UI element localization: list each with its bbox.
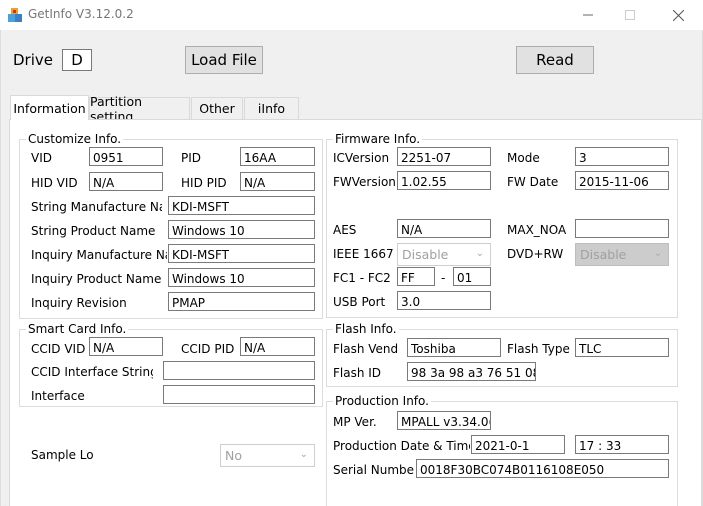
flash-type-field[interactable]: TLC bbox=[575, 338, 669, 357]
aes-label: AES bbox=[333, 223, 357, 237]
fc1-fc2-label: FC1 - FC2 bbox=[333, 271, 391, 285]
dvd-rw-value: Disable bbox=[580, 247, 627, 262]
pid-field[interactable]: 16AA bbox=[240, 147, 315, 166]
inquiry-revision-label: Inquiry Revision bbox=[31, 296, 127, 310]
window-title: GetInfo V3.12.0.2 bbox=[28, 7, 134, 21]
mode-field[interactable]: 3 bbox=[575, 147, 669, 166]
fc1-field[interactable]: FF bbox=[397, 267, 435, 286]
fw-date-field[interactable]: 2015-11-06 bbox=[575, 171, 669, 190]
chevron-down-icon: ⌄ bbox=[299, 449, 308, 460]
mode-label: Mode bbox=[507, 151, 540, 165]
inquiry-product-field[interactable]: Windows 10 bbox=[168, 268, 315, 287]
title-bar: GetInfo V3.12.0.2 bbox=[0, 0, 703, 30]
mp-version-label: MP Ver. bbox=[333, 415, 377, 429]
ieee-1667-label: IEEE 1667 bbox=[333, 247, 394, 261]
string-product-label: String Product Name bbox=[31, 224, 156, 238]
smart-card-info-title: Smart Card Info. bbox=[26, 322, 129, 336]
dvd-rw-label: DVD+RW bbox=[507, 247, 564, 261]
ccid-pid-field[interactable]: N/A bbox=[240, 337, 315, 356]
max-noa-field[interactable] bbox=[575, 219, 669, 238]
tab-iinfo[interactable]: iInfo bbox=[244, 97, 299, 119]
ccid-pid-label: CCID PID bbox=[181, 342, 235, 356]
interface-field[interactable] bbox=[163, 385, 315, 404]
string-product-field[interactable]: Windows 10 bbox=[168, 220, 315, 239]
usb-port-field[interactable]: 3.0 bbox=[397, 291, 491, 310]
tab-partition-setting[interactable]: Partition setting bbox=[89, 94, 190, 124]
tab-information[interactable]: Information bbox=[10, 95, 89, 120]
read-button[interactable]: Read bbox=[516, 46, 594, 74]
hid-pid-field[interactable]: N/A bbox=[240, 172, 315, 191]
mp-version-field[interactable]: MPALL v3.34.0( bbox=[397, 411, 491, 430]
drive-label: Drive bbox=[13, 51, 53, 69]
ccid-interface-string-label: CCID Interface String bbox=[31, 365, 153, 379]
flash-id-field[interactable]: 98 3a 98 a3 76 51 08 bbox=[407, 362, 536, 381]
flash-vendor-field[interactable]: Toshiba bbox=[407, 338, 501, 357]
sample-label: Sample Lo bbox=[31, 448, 94, 462]
icversion-label: ICVersion bbox=[333, 151, 390, 165]
aes-field[interactable]: N/A bbox=[397, 219, 491, 238]
fw-date-label: FW Date bbox=[507, 175, 559, 189]
usb-port-label: USB Port bbox=[333, 295, 386, 309]
chevron-down-icon: ⌄ bbox=[653, 248, 662, 259]
string-manufacture-label: String Manufacture Na bbox=[31, 200, 162, 214]
ieee-1667-select[interactable]: Disable ⌄ bbox=[397, 243, 491, 266]
load-file-button[interactable]: Load File bbox=[185, 46, 263, 74]
string-manufacture-field[interactable]: KDI-MSFT bbox=[168, 196, 315, 215]
maximize-button[interactable] bbox=[607, 0, 653, 30]
max-noa-label: MAX_NOA bbox=[507, 223, 567, 237]
chevron-down-icon: ⌄ bbox=[475, 248, 484, 259]
flash-vendor-label: Flash Vend bbox=[333, 342, 399, 356]
pid-label: PID bbox=[181, 151, 202, 165]
serial-number-field[interactable]: 0018F30BC074B0116108E050 bbox=[416, 459, 669, 478]
inquiry-revision-field[interactable]: PMAP bbox=[168, 292, 315, 311]
flash-type-label: Flash Type bbox=[507, 342, 570, 356]
interface-label: Interface bbox=[31, 389, 85, 403]
fwversion-label: FWVersion bbox=[333, 175, 396, 189]
inquiry-product-label: Inquiry Product Name bbox=[31, 272, 162, 286]
inquiry-manufacture-field[interactable]: KDI-MSFT bbox=[168, 244, 315, 263]
inquiry-manufacture-label: Inquiry Manufacture Na bbox=[31, 248, 167, 262]
vid-field[interactable]: 0951 bbox=[89, 147, 163, 166]
sample-select-value: No bbox=[225, 448, 242, 463]
ieee-1667-value: Disable bbox=[402, 247, 449, 262]
hid-vid-field[interactable]: N/A bbox=[89, 172, 163, 191]
hid-pid-label: HID PID bbox=[181, 176, 227, 190]
serial-number-label: Serial Number bbox=[333, 463, 415, 477]
dvd-rw-select[interactable]: Disable ⌄ bbox=[575, 243, 669, 266]
ccid-interface-string-field[interactable] bbox=[163, 361, 315, 380]
production-date-field[interactable]: 2021-0-1 bbox=[471, 435, 565, 454]
customize-info-title: Customize Info. bbox=[26, 132, 124, 146]
flash-id-label: Flash ID bbox=[333, 366, 382, 380]
production-time-field[interactable]: 17 : 33 bbox=[575, 435, 669, 454]
close-button[interactable] bbox=[655, 0, 701, 30]
minimize-button[interactable] bbox=[565, 0, 611, 30]
drive-input[interactable]: D bbox=[62, 49, 92, 71]
fc-separator: - bbox=[441, 271, 446, 285]
fwversion-field[interactable]: 1.02.55 bbox=[397, 171, 491, 190]
ccid-vid-label: CCID VID bbox=[31, 342, 86, 356]
fc2-field[interactable]: 01 bbox=[453, 267, 491, 286]
icversion-field[interactable]: 2251-07 bbox=[397, 147, 491, 166]
production-info-title: Production Info. bbox=[333, 394, 431, 408]
app-icon bbox=[7, 7, 23, 23]
hid-vid-label: HID VID bbox=[31, 176, 78, 190]
firmware-info-title: Firmware Info. bbox=[333, 132, 423, 146]
sample-select[interactable]: No ⌄ bbox=[220, 444, 315, 467]
ccid-vid-field[interactable]: N/A bbox=[89, 337, 163, 356]
tab-other[interactable]: Other bbox=[191, 97, 243, 119]
production-date-label: Production Date & Time bbox=[333, 439, 470, 453]
vid-label: VID bbox=[31, 151, 52, 165]
flash-info-title: Flash Info. bbox=[333, 322, 399, 336]
